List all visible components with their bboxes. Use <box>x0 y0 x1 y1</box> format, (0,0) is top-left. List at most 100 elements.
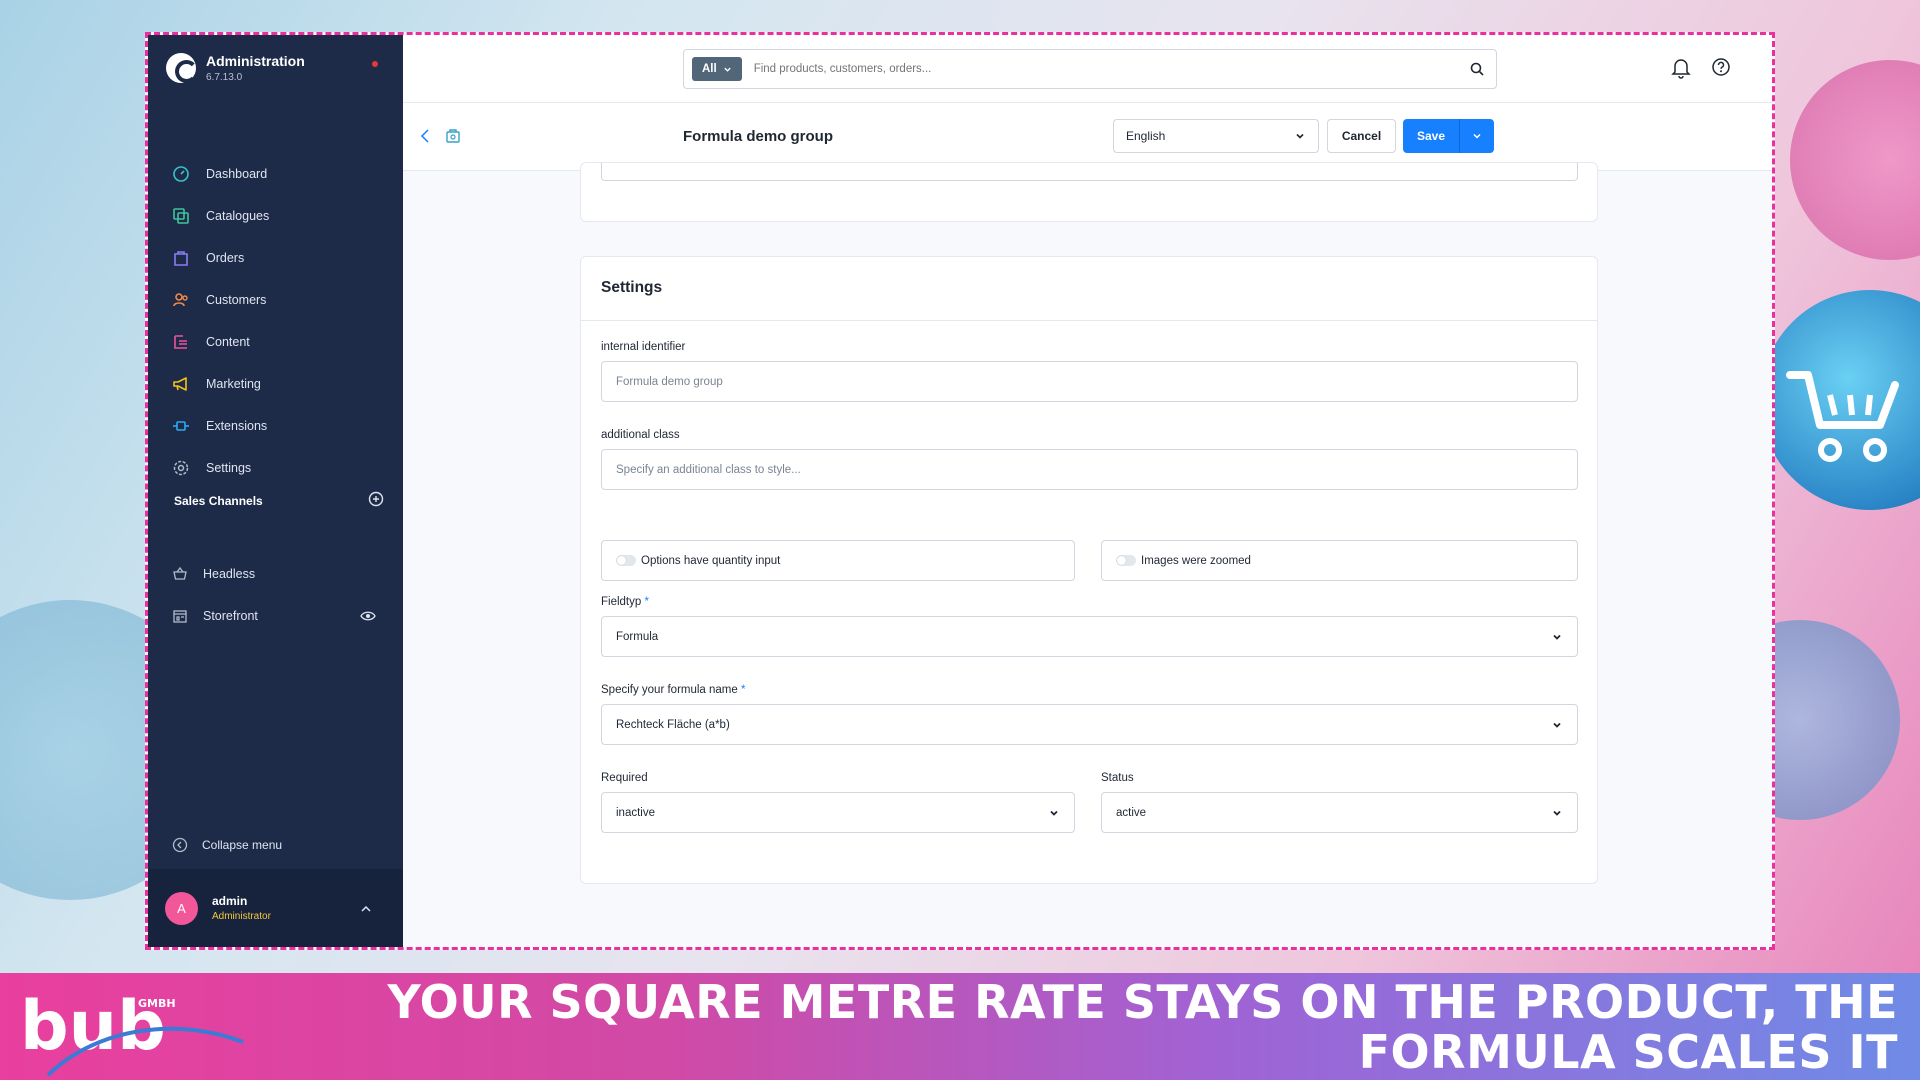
sales-channel-headless[interactable]: Headless <box>148 553 403 595</box>
field-label: internal identifier <box>601 341 686 353</box>
search-type-label: All <box>702 63 717 75</box>
sales-channel-storefront[interactable]: Storefront <box>148 595 403 637</box>
additional-class-field: additional class Specify an additional c… <box>601 429 1578 490</box>
formula-name-select[interactable]: Rechteck Fläche (a*b) <box>601 704 1578 745</box>
chevron-down-icon <box>724 67 731 72</box>
nav-label: Catalogues <box>206 209 270 223</box>
marketing-icon <box>172 375 190 393</box>
nav-label: Marketing <box>206 377 261 391</box>
search-button[interactable] <box>1458 50 1496 88</box>
smart-bar: Formula demo group English Cancel Save <box>403 103 1772 171</box>
bell-icon[interactable] <box>1671 57 1691 84</box>
status-field: Status active <box>1101 772 1578 833</box>
collapse-icon <box>172 837 188 853</box>
required-field: Required inactive <box>601 772 1075 833</box>
settings-icon <box>172 459 190 477</box>
toggle-label: Options have quantity input <box>641 554 781 567</box>
nav-label: Content <box>206 335 250 349</box>
nav-item-extensions[interactable]: Extensions <box>148 405 403 447</box>
toggle-label: Images were zoomed <box>1141 554 1251 567</box>
search-input[interactable] <box>753 63 1458 75</box>
language-select[interactable]: English <box>1113 119 1319 153</box>
quantity-input-toggle-field[interactable]: Options have quantity input <box>601 540 1075 581</box>
select-value: Formula <box>616 630 659 643</box>
add-sales-channel-icon[interactable] <box>368 491 384 510</box>
images-zoomed-switch[interactable] <box>1116 555 1136 566</box>
back-arrow-icon[interactable] <box>419 128 433 149</box>
nav-label: Settings <box>206 461 252 475</box>
quantity-input-switch[interactable] <box>616 555 636 566</box>
avatar: A <box>165 891 198 925</box>
help-icon[interactable] <box>1711 57 1731 82</box>
page-title: Formula demo group <box>683 128 833 145</box>
nav-item-dashboard[interactable]: Dashboard <box>148 153 403 195</box>
nav-label: Extensions <box>206 419 268 433</box>
nav-item-catalogues[interactable]: Catalogues <box>148 195 403 237</box>
brand[interactable]: Administration 6.7.13.0 <box>166 53 305 83</box>
nav-item-customers[interactable]: Customers <box>148 279 403 321</box>
customers-icon <box>172 291 190 309</box>
promo-banner: bub GMBH YOUR SQUARE METRE RATE STAYS ON… <box>0 973 1920 1080</box>
sales-channels-heading: Sales Channels <box>174 491 384 510</box>
field-label: Status <box>1101 772 1134 784</box>
save-button-group: Save <box>1403 119 1494 153</box>
orders-icon <box>172 249 190 267</box>
decorative-orb <box>1790 60 1920 260</box>
fieldtype-select[interactable]: Formula <box>601 616 1578 657</box>
status-select[interactable]: active <box>1101 792 1578 833</box>
shopware-logo-icon <box>166 53 198 83</box>
catalogues-icon <box>172 207 190 225</box>
select-value: inactive <box>616 806 655 819</box>
eye-icon[interactable] <box>360 608 376 627</box>
search-icon <box>1470 62 1484 76</box>
sales-channel-label: Storefront <box>203 609 258 623</box>
nav-item-orders[interactable]: Orders <box>148 237 403 279</box>
extensions-icon <box>172 417 190 435</box>
admin-window: Administration 6.7.13.0 Dashboard Catalo… <box>145 32 1775 950</box>
user-menu[interactable]: A admin Administrator <box>148 869 403 947</box>
previous-card <box>580 162 1598 222</box>
global-search: All <box>683 49 1497 89</box>
nav-item-settings[interactable]: Settings <box>148 447 403 489</box>
additional-class-input[interactable]: Specify an additional class to style... <box>601 449 1578 490</box>
collapse-menu-button[interactable]: Collapse menu <box>172 837 282 853</box>
bub-logo: bub GMBH <box>20 987 244 1077</box>
user-role: Administrator <box>212 911 271 922</box>
top-bar: All <box>403 35 1772 103</box>
content-area: Settings internal identifier Formula dem… <box>403 162 1772 947</box>
card-title: Settings <box>581 257 1597 321</box>
module-icon <box>445 128 461 149</box>
formula-name-field: Specify your formula name * Rechteck Flä… <box>601 684 1578 745</box>
main-nav: Dashboard Catalogues Orders Customers Co… <box>148 153 403 489</box>
nav-label: Customers <box>206 293 267 307</box>
field-label: Required <box>601 772 648 784</box>
chevron-up-icon[interactable] <box>360 902 372 920</box>
svg-text:GMBH: GMBH <box>138 997 176 1010</box>
chevron-down-icon <box>1296 133 1304 139</box>
sales-channels-title: Sales Channels <box>174 493 263 508</box>
sales-channel-label: Headless <box>203 567 256 581</box>
save-options-button[interactable] <box>1460 119 1494 153</box>
chevron-down-icon <box>1050 810 1058 816</box>
sidebar: Administration 6.7.13.0 Dashboard Catalo… <box>148 35 403 947</box>
storefront-icon <box>172 608 188 624</box>
images-zoomed-toggle-field[interactable]: Images were zoomed <box>1101 540 1578 581</box>
internal-identifier-input[interactable]: Formula demo group <box>601 361 1578 402</box>
required-select[interactable]: inactive <box>601 792 1075 833</box>
settings-card: Settings internal identifier Formula dem… <box>580 256 1598 884</box>
shopping-cart-icon <box>1786 371 1899 462</box>
required-marker: * <box>741 684 746 696</box>
language-value: English <box>1126 129 1166 143</box>
nav-item-marketing[interactable]: Marketing <box>148 363 403 405</box>
cancel-button[interactable]: Cancel <box>1327 119 1396 153</box>
nav-item-content[interactable]: Content <box>148 321 403 363</box>
search-type-dropdown[interactable]: All <box>692 57 742 81</box>
app-title: Administration <box>206 53 305 69</box>
select-value: Rechteck Fläche (a*b) <box>616 718 730 731</box>
dashboard-icon <box>172 165 190 183</box>
chevron-down-icon <box>1553 810 1561 816</box>
nav-label: Orders <box>206 251 245 265</box>
save-button[interactable]: Save <box>1403 119 1460 153</box>
app-version: 6.7.13.0 <box>206 72 243 83</box>
field-label: additional class <box>601 429 680 441</box>
